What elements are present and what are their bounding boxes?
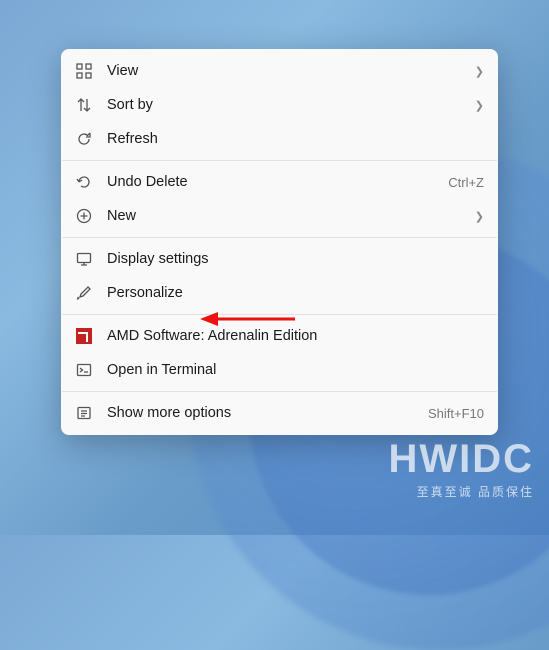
menu-divider	[62, 237, 497, 238]
menu-item-personalize[interactable]: Personalize	[61, 276, 498, 310]
menu-item-label: Undo Delete	[107, 174, 434, 190]
menu-item-label: AMD Software: Adrenalin Edition	[107, 328, 484, 344]
chevron-right-icon: ❯	[475, 99, 484, 112]
menu-item-open-terminal[interactable]: Open in Terminal	[61, 353, 498, 387]
menu-item-display-settings[interactable]: Display settings	[61, 242, 498, 276]
undo-icon	[75, 173, 93, 191]
display-icon	[75, 250, 93, 268]
menu-item-label: Open in Terminal	[107, 362, 484, 378]
desktop-context-menu: View ❯ Sort by ❯ Refresh Undo Delete Ctr…	[61, 49, 498, 435]
chevron-right-icon: ❯	[475, 210, 484, 223]
sort-icon	[75, 96, 93, 114]
grid-icon	[75, 62, 93, 80]
menu-divider	[62, 391, 497, 392]
menu-item-new[interactable]: New ❯	[61, 199, 498, 233]
more-icon	[75, 404, 93, 422]
menu-item-label: Show more options	[107, 405, 414, 421]
menu-item-label: View	[107, 63, 461, 79]
menu-item-refresh[interactable]: Refresh	[61, 122, 498, 156]
refresh-icon	[75, 130, 93, 148]
menu-item-view[interactable]: View ❯	[61, 54, 498, 88]
brush-icon	[75, 284, 93, 302]
menu-item-amd-software[interactable]: AMD Software: Adrenalin Edition	[61, 319, 498, 353]
menu-divider	[62, 160, 497, 161]
menu-item-undo-delete[interactable]: Undo Delete Ctrl+Z	[61, 165, 498, 199]
menu-divider	[62, 314, 497, 315]
menu-shortcut: Shift+F10	[428, 406, 484, 421]
menu-item-label: New	[107, 208, 461, 224]
menu-item-label: Display settings	[107, 251, 484, 267]
menu-item-show-more-options[interactable]: Show more options Shift+F10	[61, 396, 498, 430]
menu-item-label: Refresh	[107, 131, 484, 147]
amd-icon	[75, 327, 93, 345]
chevron-right-icon: ❯	[475, 65, 484, 78]
terminal-icon	[75, 361, 93, 379]
menu-item-label: Sort by	[107, 97, 461, 113]
menu-item-label: Personalize	[107, 285, 484, 301]
menu-item-sort-by[interactable]: Sort by ❯	[61, 88, 498, 122]
add-icon	[75, 207, 93, 225]
menu-shortcut: Ctrl+Z	[448, 175, 484, 190]
